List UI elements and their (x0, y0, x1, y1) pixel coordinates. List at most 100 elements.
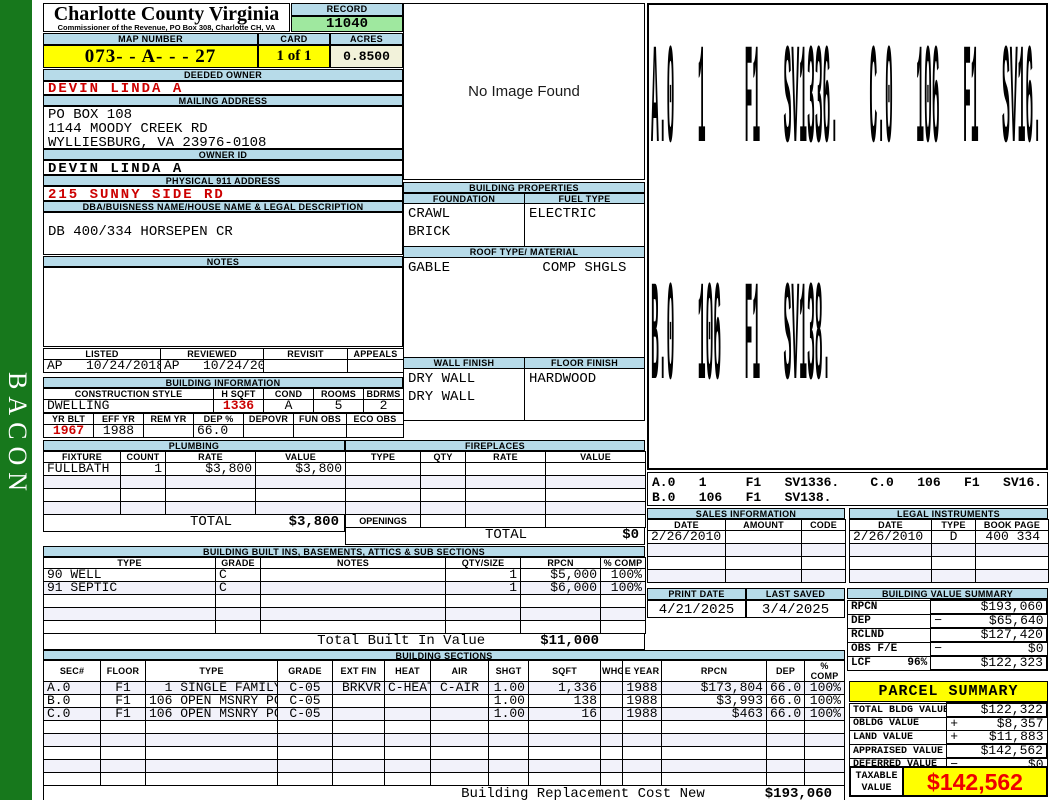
cell (384, 772, 431, 786)
legal-title: LEGAL INSTRUMENTS (849, 508, 1048, 519)
table-row: 91 SEPTIC C 1 $6,000 100% (43, 581, 646, 595)
mailing-address-label: MAILING ADDRESS (43, 95, 403, 106)
cell (725, 556, 802, 570)
header-row: TYPE QTY RATE VALUE (345, 451, 646, 463)
cell (263, 359, 348, 373)
fuel-type-label: FUEL TYPE (524, 193, 645, 204)
column-header: QTY/SIZE (445, 557, 521, 569)
dba-label: DBA/BUISNESS NAME/HOUSE NAME & LEGAL DES… (43, 201, 403, 212)
cell (600, 746, 623, 760)
wall-finish-label: WALL FINISH (403, 358, 524, 369)
table-row: DWELLING 1336 A 5 2 (43, 399, 404, 413)
cell (384, 707, 431, 721)
plumbing-total-value: $3,800 (288, 514, 339, 530)
cell: RCLND (846, 627, 903, 643)
no-image-text: No Image Found (468, 83, 580, 100)
cell (902, 599, 932, 615)
cell (975, 543, 1049, 557)
cell (43, 620, 216, 634)
header-row: FIXTURE COUNT RATE VALUE (43, 451, 346, 463)
county-subtitle: Commissioner of the Revenue, PO Box 308,… (57, 23, 276, 32)
cell (445, 620, 521, 634)
cell: 66.0 (766, 707, 805, 721)
cell (804, 720, 845, 734)
replacement-cost-row: Building Replacement Cost New $193,060 (43, 786, 845, 800)
building-info-title: BUILDING INFORMATION (43, 377, 403, 388)
fireplaces-title: FIREPLACES (345, 440, 645, 451)
cell (725, 543, 802, 557)
cell: C (215, 581, 261, 595)
table-row (43, 733, 845, 747)
cell (975, 556, 1049, 570)
cell: A.0 (43, 681, 101, 695)
table-row (849, 556, 1049, 570)
cell: + (946, 716, 959, 731)
column-header: APPEALS (347, 348, 404, 360)
built-ins-table: TYPE GRADE NOTES QTY/SIZE RPCN% COMP 90 WELL… (43, 557, 646, 650)
sketch-vector-text: B.0 106 F1 SV138. (651, 257, 831, 422)
table-row (43, 594, 646, 608)
cell: LAND VALUE (848, 730, 948, 745)
cell (528, 746, 601, 760)
property-record-card: BACON Charlotte County Virginia Commissi… (0, 0, 1050, 800)
cell: 106 OPEN MSNRY PCH (145, 707, 278, 721)
parcel-summary-table: TOTAL BLDG VALUE $122,322 OBLDG VALUE + $8,3… (848, 702, 1049, 772)
cell (43, 746, 101, 760)
table-row: APPRAISED VALUE $142,562 (848, 743, 1049, 759)
print-date-value: 4/21/2025 (647, 600, 746, 618)
cell (902, 627, 932, 643)
cell: 1988 (622, 681, 662, 695)
cell: 1 (120, 462, 166, 476)
cell (255, 501, 346, 515)
column-header: DEPOVR (243, 413, 294, 425)
column-header: EFF YR (93, 413, 144, 425)
column-header: TYPE (145, 660, 278, 682)
cell: 100% (804, 707, 845, 721)
roof-values: GABLE COMP SHGLS (403, 258, 645, 358)
cell (100, 759, 146, 773)
cell (849, 556, 932, 570)
column-header: % COMP (804, 660, 845, 682)
cell: 91 SEPTIC (43, 581, 216, 595)
cell (804, 772, 845, 786)
table-row (647, 569, 846, 583)
deeded-owner-label: DEEDED OWNER (43, 69, 403, 81)
owner-id-label: OWNER ID (43, 149, 403, 160)
cell (345, 475, 421, 489)
table-row: OPENINGS (345, 514, 646, 528)
cell (120, 488, 166, 502)
cell (260, 620, 446, 634)
cell: 16 (528, 707, 601, 721)
cell: 100% (600, 581, 646, 595)
header-row: YR BLT EFF YR REM YR DEP % DEPOVR FUN OBS ECO … (43, 413, 404, 425)
cell: A (263, 399, 314, 413)
cell: C-05 (277, 681, 333, 695)
cell (801, 530, 846, 544)
cell: C (215, 568, 261, 582)
cell: B.0 (43, 694, 101, 708)
column-header: RATE (465, 451, 546, 463)
cell: 138 (528, 694, 601, 708)
cell (277, 733, 333, 747)
cell (255, 475, 346, 489)
sketch-vector-text: A.0 1 F1 SV1336. C.0 106 F1 SV16. (651, 20, 1042, 185)
dba-value: DB 400/334 HORSEPEN CR (48, 224, 233, 240)
cell (215, 594, 261, 608)
card-label: CARD (258, 33, 330, 45)
cell (725, 530, 802, 544)
sidebar-banner: BACON (0, 0, 32, 800)
cell (277, 746, 333, 760)
cell (100, 746, 146, 760)
cell: 2/26/2010 (849, 530, 932, 544)
cell (600, 594, 646, 608)
cell (528, 720, 601, 734)
cell: − (930, 641, 944, 657)
table-row (43, 746, 845, 760)
column-header: TYPE (931, 519, 976, 531)
cell: $11,883 (958, 730, 1048, 745)
taxable-value-amount: $142,562 (904, 766, 1048, 797)
table-row (345, 475, 646, 489)
cell: 1988 (622, 694, 662, 708)
physical-address-value: 215 SUNNY SIDE RD (43, 186, 403, 201)
